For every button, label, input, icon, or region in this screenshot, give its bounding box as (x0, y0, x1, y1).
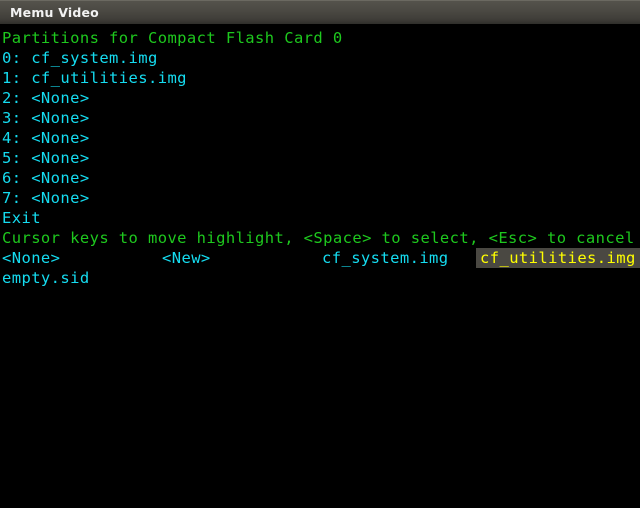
exit-menu-item[interactable]: Exit (0, 208, 640, 228)
partition-row-6[interactable]: 6: <None> (0, 168, 640, 188)
application-window: Memu Video Partitions for Compact Flash … (0, 0, 640, 508)
partition-row-3[interactable]: 3: <None> (0, 108, 640, 128)
partition-row-7[interactable]: 7: <None> (0, 188, 640, 208)
choice-new[interactable]: <New> (160, 248, 211, 268)
window-titlebar[interactable]: Memu Video (0, 0, 640, 24)
window-title: Memu Video (10, 5, 99, 20)
partition-row-4[interactable]: 4: <None> (0, 128, 640, 148)
partition-row-0[interactable]: 0: cf_system.img (0, 48, 640, 68)
choice-row: <None> <New> cf_system.img cf_utilities.… (0, 248, 640, 268)
terminal-screen[interactable]: Partitions for Compact Flash Card 0 0: c… (0, 24, 640, 508)
choice-cf-system-img[interactable]: cf_system.img (320, 248, 449, 268)
partition-row-1[interactable]: 1: cf_utilities.img (0, 68, 640, 88)
extra-file-row[interactable]: empty.sid (0, 268, 640, 288)
choice-cf-utilities-img-selected[interactable]: cf_utilities.img (476, 248, 640, 268)
keyboard-instructions: Cursor keys to move highlight, <Space> t… (2, 229, 635, 247)
choice-none[interactable]: <None> (0, 248, 60, 268)
partition-row-5[interactable]: 5: <None> (0, 148, 640, 168)
partitions-header: Partitions for Compact Flash Card 0 (2, 29, 343, 47)
partition-row-2[interactable]: 2: <None> (0, 88, 640, 108)
